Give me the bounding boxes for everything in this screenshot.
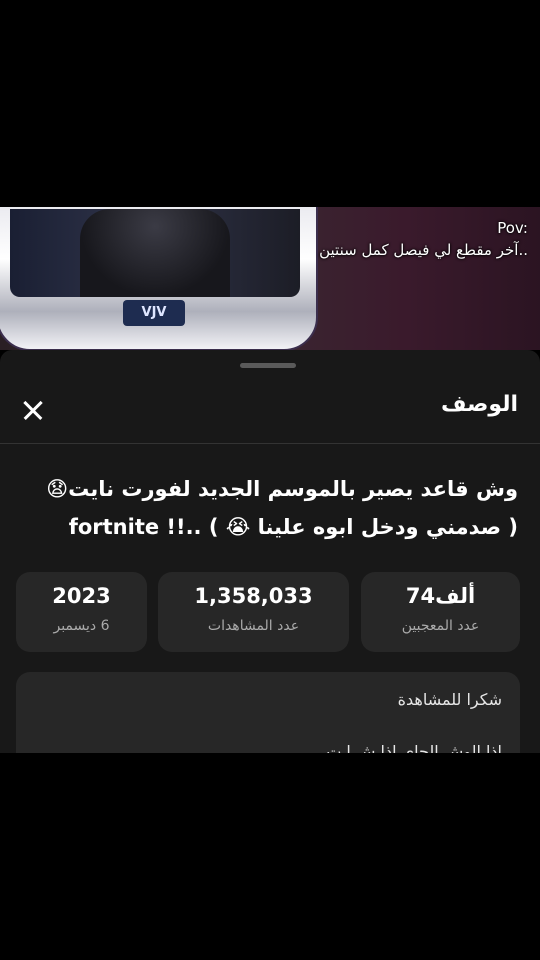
likes-count: 74ألف — [405, 584, 476, 608]
overlay-line-2: آخر مقطع لي فيصل كمل سنتين.. — [319, 241, 528, 259]
video-player[interactable]: VJV Pov: آخر مقطع لي فيصل كمل سنتين.. — [0, 207, 540, 350]
video-title-line-1: وش قاعد يصير بالموسم الجديد لفورت نايت😧 — [46, 477, 518, 501]
video-title: وش قاعد يصير بالموسم الجديد لفورت نايت😧 … — [18, 470, 518, 546]
person-figure — [80, 209, 230, 297]
views-count: 1,358,033 — [194, 584, 313, 608]
overlay-caption: Pov: آخر مقطع لي فيصل كمل سنتين.. — [319, 217, 528, 261]
description-card[interactable]: شكرا للمشاهدة اذا الوش الجاي اذا ش ا ت — [16, 672, 520, 753]
monitor-screen — [10, 209, 300, 297]
views-stat: 1,358,033 عدد المشاهدات — [158, 572, 349, 652]
year-value: 2023 — [52, 584, 111, 608]
likes-label: عدد المعجبين — [401, 618, 480, 634]
description-text-cut: اذا الوش الجاي اذا ش ا ت — [326, 742, 502, 753]
divider — [0, 443, 540, 444]
monitor-logo: VJV — [123, 300, 185, 326]
close-icon[interactable] — [19, 396, 47, 424]
video-thumbnail: VJV — [0, 207, 318, 350]
description-panel: الوصف وش قاعد يصير بالموسم الجديد لفورت … — [0, 350, 540, 753]
date-stat: 2023 6 ديسمبر — [16, 572, 147, 652]
likes-stat: 74ألف عدد المعجبين — [361, 572, 520, 652]
video-title-line-2: ( صدمني ودخل ابوه علينا 😭 ) ..!! fortnit… — [68, 515, 518, 539]
date-label: 6 ديسمبر — [53, 618, 110, 634]
overlay-line-1: Pov: — [497, 219, 528, 237]
drag-handle[interactable] — [240, 363, 296, 368]
views-label: عدد المشاهدات — [207, 618, 300, 634]
description-text: شكرا للمشاهدة — [397, 690, 502, 709]
panel-title: الوصف — [440, 392, 518, 417]
